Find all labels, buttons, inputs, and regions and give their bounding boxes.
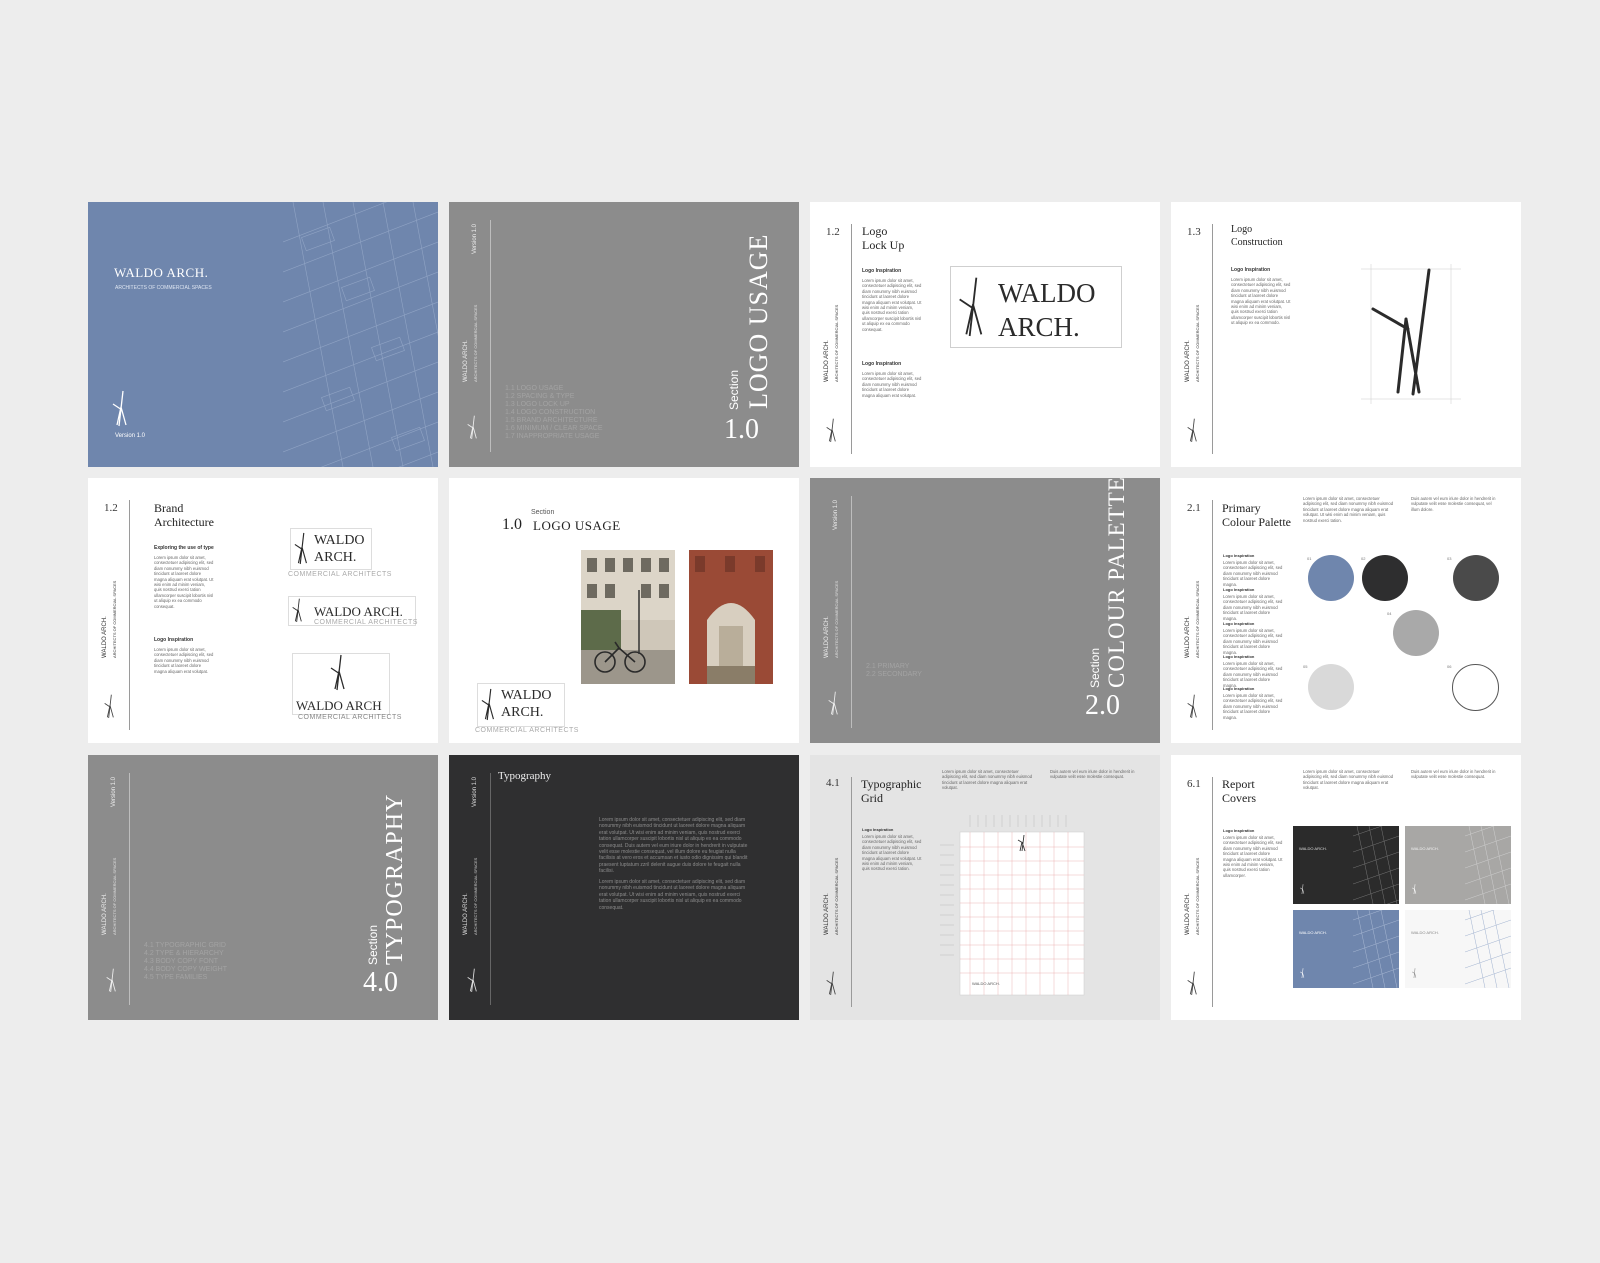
brand-architecture-page: 1.2 Brand Architecture WALDO ARCH. ARCHIT… <box>88 478 438 743</box>
section-title: LOGO USAGE <box>744 233 773 409</box>
photo-street-bicycle <box>581 550 675 684</box>
page-number: 4.1 <box>826 777 840 789</box>
swatch-1 <box>1308 555 1354 601</box>
spine-tagline: ARCHITECTS OF COMMERCIAL SPACES <box>112 857 117 935</box>
spine-tagline: ARCHITECTS OF COMMERCIAL SPACES <box>834 857 839 935</box>
page-number: 6.1 <box>1187 778 1201 790</box>
spine-brand: WALDO ARCH. <box>102 893 108 935</box>
spine-brand: WALDO ARCH. <box>463 340 469 382</box>
photo-archway <box>689 550 773 684</box>
logo-mark-icon <box>292 598 302 623</box>
swatch-4 <box>1393 610 1439 656</box>
section-word: Section <box>1088 647 1102 688</box>
logo-mark-icon <box>826 971 836 996</box>
section-number: 2.0 <box>1085 690 1120 721</box>
logo-mark-icon <box>467 415 477 440</box>
construction-grid <box>1361 264 1461 404</box>
page-number: 1.3 <box>1187 226 1201 238</box>
page-title: Logo Construction <box>1231 224 1283 248</box>
section-word: Section <box>366 924 380 965</box>
report-cover-dark: WALDO ARCH. <box>1293 826 1399 904</box>
cover-version: Version 1.0 <box>115 433 146 439</box>
blueprint-texture <box>283 202 438 467</box>
version-label: Version 1.0 <box>472 223 478 254</box>
page-number: 2.1 <box>1187 502 1201 514</box>
report-cover-white: WALDO ARCH. <box>1405 910 1511 988</box>
logo-mark-icon <box>330 654 345 691</box>
spine-tagline: ARCHITECTS OF COMMERCIAL SPACES <box>473 857 478 935</box>
spine-brand: WALDO ARCH. <box>824 340 830 382</box>
logo-mark-icon <box>104 694 114 719</box>
spine-tagline: ARCHITECTS OF COMMERCIAL SPACES <box>1195 857 1200 935</box>
logo-mark-icon <box>467 968 477 993</box>
spine-brand: WALDO ARCH. <box>102 616 108 658</box>
logo-word-1: WALDO <box>998 278 1096 308</box>
page-number: 1.2 <box>826 226 840 238</box>
section-word: Section <box>531 509 555 516</box>
section-typography-page: Version 1.0 WALDO ARCH. ARCHITECTS OF CO… <box>88 755 438 1020</box>
section-number: 1.0 <box>724 414 759 445</box>
report-cover-grey: WALDO ARCH. <box>1405 826 1511 904</box>
page-title: Primary Colour Palette <box>1222 501 1291 529</box>
version-label: Version 1.0 <box>111 776 117 807</box>
section-title: TYPOGRAPHY <box>382 793 408 965</box>
typographic-grid-page: 4.1 Typographic Grid Lorem ipsum dolor si… <box>810 755 1160 1020</box>
spine-brand: WALDO ARCH. <box>1185 893 1191 935</box>
section-number: 4.0 <box>363 967 398 998</box>
report-cover-blue: WALDO ARCH. <box>1293 910 1399 988</box>
version-label: Version 1.0 <box>472 776 478 807</box>
section-logo-usage-page: Version 1.0 WALDO ARCH. ARCHITECTS OF CO… <box>449 202 799 467</box>
section-number: 1.0 <box>502 516 522 533</box>
logo-usage-photos-page: Section 1.0 LOGO USAGE WALDO ARCH. COMME… <box>449 478 799 743</box>
swatch-6 <box>1452 664 1499 711</box>
logo-mark-icon <box>481 688 495 721</box>
cover-title: WALDO ARCH. <box>114 265 209 280</box>
logo-mark-icon <box>828 691 838 716</box>
section-colour-palette-page: Version 1.0 WALDO ARCH. ARCHITECTS OF CO… <box>810 478 1160 743</box>
logo-mark-icon <box>106 968 116 993</box>
spine-tagline: ARCHITECTS OF COMMERCIAL SPACES <box>834 580 839 658</box>
logo-lockup-page: 1.2 Logo Lock Up WALDO ARCH. ARCHITECTS O… <box>810 202 1160 467</box>
logo-mark-icon <box>1187 418 1197 443</box>
spine-tagline: ARCHITECTS OF COMMERCIAL SPACES <box>1195 580 1200 658</box>
spine-tagline: ARCHITECTS OF COMMERCIAL SPACES <box>112 580 117 658</box>
typography-page: Version 1.0 WALDO ARCH. ARCHITECTS OF CO… <box>449 755 799 1020</box>
logo-construction-page: 1.3 Logo Construction WALDO ARCH. ARCHITE… <box>1171 202 1521 467</box>
logo-mark-icon <box>1187 694 1197 719</box>
logo-mark-icon <box>112 390 127 427</box>
logo-mark-icon <box>826 418 836 443</box>
spine-tagline: ARCHITECTS OF COMMERCIAL SPACES <box>834 304 839 382</box>
spine-brand: WALDO ARCH. <box>824 616 830 658</box>
page-number: 1.2 <box>104 502 118 514</box>
logo-mark-icon <box>1187 971 1197 996</box>
cover-tagline: ARCHITECTS OF COMMERCIAL SPACES <box>115 285 212 291</box>
page-title: Brand Architecture <box>154 501 214 529</box>
section-word: Section <box>727 369 741 410</box>
page-title: Typographic Grid <box>861 777 922 805</box>
version-label: Version 1.0 <box>833 499 839 530</box>
svg-text:WALDO ARCH.: WALDO ARCH. <box>972 981 1000 986</box>
spine-brand: WALDO ARCH. <box>463 893 469 935</box>
page-title: Report Covers <box>1222 777 1256 805</box>
logo-mark-icon <box>294 532 308 565</box>
swatch-5 <box>1308 664 1354 710</box>
logo-mark-icon <box>959 277 983 337</box>
report-covers-page: 6.1 Report Covers Lorem ipsum dolor sit a… <box>1171 755 1521 1020</box>
page-title: Logo Lock Up <box>862 224 905 252</box>
spine-tagline: ARCHITECTS OF COMMERCIAL SPACES <box>473 304 478 382</box>
swatch-2 <box>1362 555 1408 601</box>
section-title: COLOUR PALETTE <box>1104 478 1129 688</box>
spine-brand: WALDO ARCH. <box>1185 340 1191 382</box>
spine-brand: WALDO ARCH. <box>1185 616 1191 658</box>
swatch-3 <box>1453 555 1499 601</box>
logo-word-2: ARCH. <box>998 312 1080 342</box>
cover-page: WALDO ARCH. ARCHITECTS OF COMMERCIAL SPA… <box>88 202 438 467</box>
grid-document: WALDO ARCH. <box>940 815 1085 996</box>
primary-colour-palette-page: 2.1 Primary Colour Palette Lorem ipsum do… <box>1171 478 1521 743</box>
spine-brand: WALDO ARCH. <box>824 893 830 935</box>
page-title: Typography <box>498 770 551 782</box>
spine-tagline: ARCHITECTS OF COMMERCIAL SPACES <box>1195 304 1200 382</box>
section-title: LOGO USAGE <box>533 518 621 533</box>
